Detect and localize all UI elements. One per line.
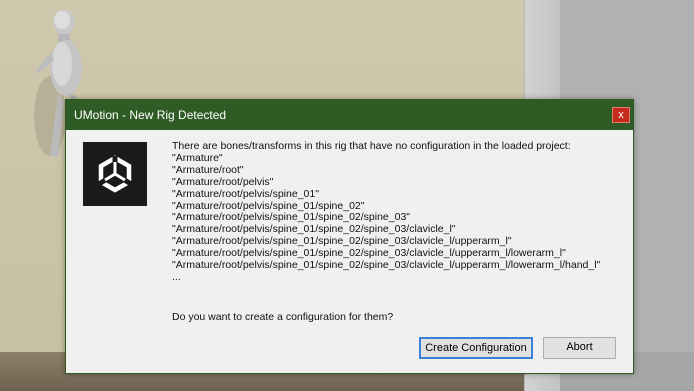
abort-button[interactable]: Abort xyxy=(543,337,616,359)
dialog-message: There are bones/transforms in this rig t… xyxy=(172,140,622,284)
close-button[interactable]: x xyxy=(612,107,630,123)
new-rig-dialog: UMotion - New Rig Detected x There are b… xyxy=(65,99,634,374)
dialog-titlebar: UMotion - New Rig Detected x xyxy=(66,100,633,130)
bone-path: "Armature/root/pelvis/spine_01/spine_02/… xyxy=(172,259,601,272)
dialog-title: UMotion - New Rig Detected xyxy=(74,108,227,122)
close-icon: x xyxy=(618,109,624,121)
bone-path: "Armature/root/pelvis" xyxy=(172,175,274,188)
create-configuration-button[interactable]: Create Configuration xyxy=(419,337,533,359)
dialog-question: Do you want to create a configuration fo… xyxy=(172,311,394,323)
message-header: There are bones/transforms in this rig t… xyxy=(172,140,571,152)
bone-path: "Armature/root" xyxy=(172,163,244,176)
ellipsis: ... xyxy=(172,270,181,283)
bone-path: "Armature/root/pelvis/spine_01" xyxy=(172,187,319,200)
unity-logo-icon xyxy=(83,142,147,206)
